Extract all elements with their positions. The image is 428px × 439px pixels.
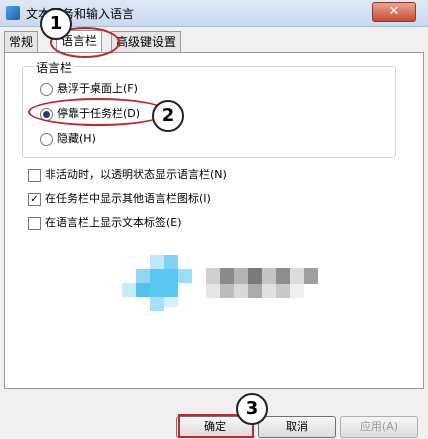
checkbox-checked[interactable]: ✓ <box>28 192 41 206</box>
checkbox-show-extra-icons[interactable]: ✓ 在任务栏中显示其他语言栏图标(I) <box>28 190 211 206</box>
step-marker-3: 3 <box>236 393 268 425</box>
checkbox[interactable] <box>28 168 41 182</box>
radio-label: 悬浮于桌面上(F) <box>57 82 138 95</box>
apply-button[interactable]: 应用(A) <box>340 416 418 438</box>
radio-hidden[interactable]: 隐藏(H) <box>40 130 96 146</box>
checkbox-label: 在任务栏中显示其他语言栏图标(I) <box>45 192 211 205</box>
step-marker-1: 1 <box>40 8 72 40</box>
checkbox-show-text-labels[interactable]: 在语言栏上显示文本标签(E) <box>28 214 182 230</box>
radio-float-on-desktop[interactable]: 悬浮于桌面上(F) <box>40 80 138 96</box>
annotation-ring-option <box>28 98 168 126</box>
cancel-button[interactable]: 取消 <box>258 416 336 438</box>
checkbox[interactable] <box>28 216 41 230</box>
keyboard-icon <box>6 6 20 20</box>
tab-advanced-key-settings[interactable]: 高级键设置 <box>111 31 182 52</box>
radio-button[interactable] <box>40 82 53 96</box>
close-button[interactable]: ✕ <box>372 2 416 22</box>
checkbox-label: 非活动时，以透明状态显示语言栏(N) <box>45 168 227 181</box>
tab-general[interactable]: 常规 <box>4 31 39 52</box>
step-marker-2: 2 <box>152 100 184 132</box>
checkbox-label: 在语言栏上显示文本标签(E) <box>45 216 182 229</box>
radio-label: 隐藏(H) <box>57 132 96 145</box>
groupbox-title: 语言栏 <box>34 59 75 76</box>
radio-button[interactable] <box>40 132 53 146</box>
checkbox-transparent-when-inactive[interactable]: 非活动时，以透明状态显示语言栏(N) <box>28 166 227 182</box>
